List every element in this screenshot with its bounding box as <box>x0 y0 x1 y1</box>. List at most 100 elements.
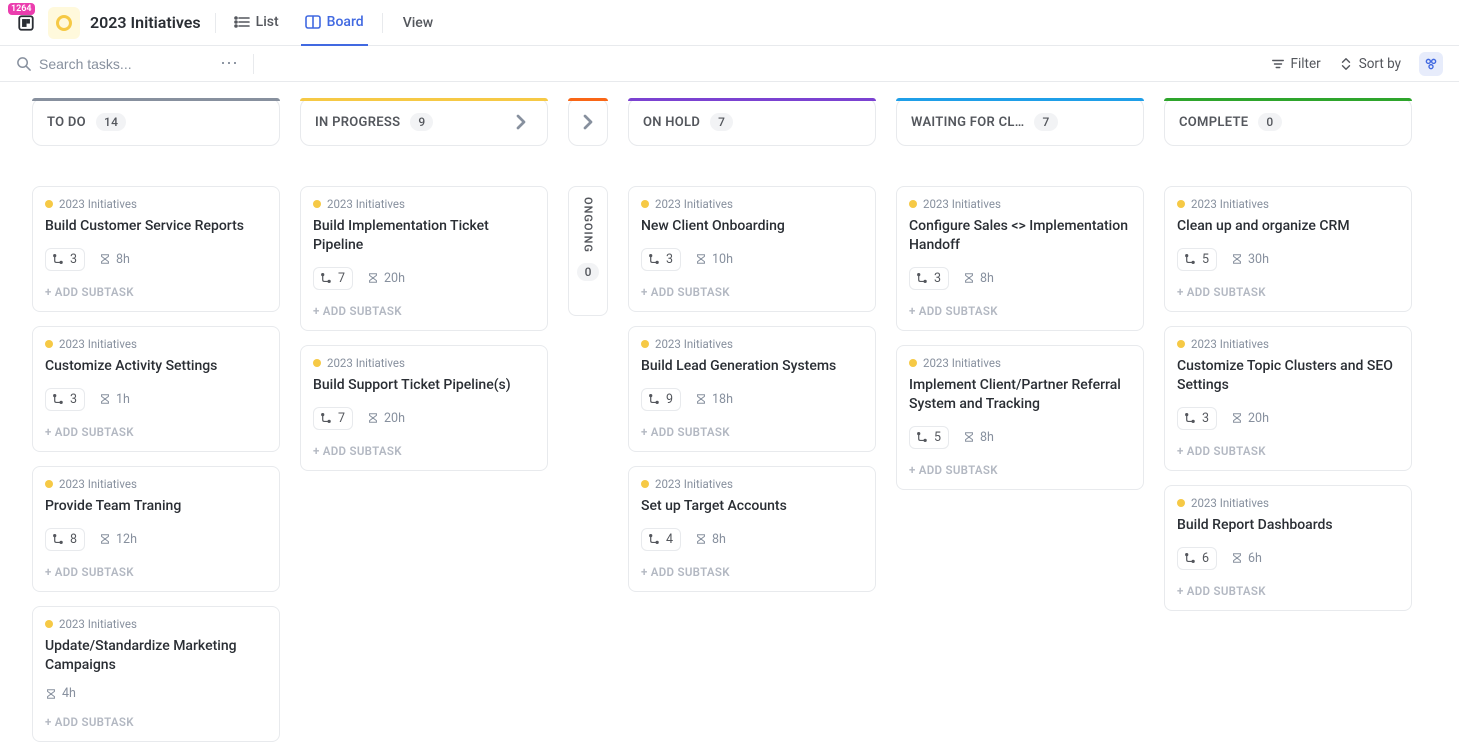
card-title: Build Report Dashboards <box>1177 516 1399 535</box>
subtask-count[interactable]: 4 <box>641 528 681 551</box>
subtask-count[interactable]: 3 <box>45 388 85 411</box>
task-card[interactable]: 2023 Initiatives Implement Client/Partne… <box>896 345 1144 490</box>
filter-button[interactable]: Filter <box>1271 56 1321 72</box>
card-tag: 2023 Initiatives <box>909 356 1131 370</box>
cards-waiting: 2023 Initiatives Configure Sales <> Impl… <box>896 186 1144 490</box>
add-subtask-button[interactable]: + ADD SUBTASK <box>909 463 1131 477</box>
time-estimate: 4h <box>45 686 76 701</box>
subtask-count[interactable]: 3 <box>45 248 85 271</box>
add-view-button[interactable]: View <box>397 15 434 31</box>
subtask-count[interactable]: 8 <box>45 528 85 551</box>
column-header-waiting[interactable]: WAITING FOR CL… 7 <box>896 98 1144 146</box>
time-estimate: 8h <box>695 532 726 547</box>
task-card[interactable]: 2023 Initiatives Build Support Ticket Pi… <box>300 345 548 471</box>
status-dot-icon <box>45 340 53 348</box>
board: TO DO 14 2023 Initiatives Build Customer… <box>0 82 1459 749</box>
task-card[interactable]: 2023 Initiatives Set up Target Accounts … <box>628 466 876 592</box>
tab-list-label: List <box>256 14 279 30</box>
time-estimate: 18h <box>695 392 733 407</box>
search-input[interactable] <box>39 56 189 72</box>
column-count: 9 <box>410 113 433 131</box>
add-subtask-button[interactable]: + ADD SUBTASK <box>45 425 267 439</box>
task-card[interactable]: 2023 Initiatives Build Lead Generation S… <box>628 326 876 452</box>
status-dot-icon <box>909 200 917 208</box>
subtask-count[interactable]: 3 <box>641 248 681 271</box>
task-card[interactable]: 2023 Initiatives Build Customer Service … <box>32 186 280 312</box>
column-title: ONGOING <box>582 197 595 253</box>
sort-button[interactable]: Sort by <box>1339 56 1401 72</box>
status-dot-icon <box>45 620 53 628</box>
tab-board[interactable]: Board <box>301 0 368 46</box>
subtask-count[interactable]: 5 <box>909 426 949 449</box>
card-title: New Client Onboarding <box>641 217 863 236</box>
divider <box>253 54 254 74</box>
column-count: 7 <box>1034 113 1057 131</box>
column-header-ongoing[interactable] <box>568 98 608 146</box>
time-estimate: 1h <box>99 392 130 407</box>
column-header-todo[interactable]: TO DO 14 <box>32 98 280 146</box>
subtask-count[interactable]: 5 <box>1177 248 1217 271</box>
expand-column-button[interactable] <box>576 110 600 134</box>
task-card[interactable]: 2023 Initiatives Provide Team Traning 81… <box>32 466 280 592</box>
task-card[interactable]: 2023 Initiatives Configure Sales <> Impl… <box>896 186 1144 331</box>
toolbar: ⋯ Filter Sort by <box>0 46 1459 82</box>
collapse-column-button[interactable] <box>509 110 533 134</box>
column-inprogress: IN PROGRESS 9 2023 Initiatives Build Imp… <box>300 98 548 471</box>
task-card[interactable]: 2023 Initiatives Clean up and organize C… <box>1164 186 1412 312</box>
add-subtask-button[interactable]: + ADD SUBTASK <box>313 304 535 318</box>
add-subtask-button[interactable]: + ADD SUBTASK <box>1177 285 1399 299</box>
subtask-count[interactable]: 3 <box>909 267 949 290</box>
divider <box>382 13 383 33</box>
add-subtask-button[interactable]: + ADD SUBTASK <box>641 425 863 439</box>
task-card[interactable]: 2023 Initiatives Build Report Dashboards… <box>1164 485 1412 611</box>
add-subtask-button[interactable]: + ADD SUBTASK <box>45 285 267 299</box>
add-subtask-button[interactable]: + ADD SUBTASK <box>641 285 863 299</box>
workspace-icon[interactable] <box>48 7 80 39</box>
task-card[interactable]: 2023 Initiatives Update/Standardize Mark… <box>32 606 280 743</box>
notification-count-badge: 1264 <box>8 3 35 15</box>
add-subtask-button[interactable]: + ADD SUBTASK <box>45 565 267 579</box>
add-subtask-button[interactable]: + ADD SUBTASK <box>1177 584 1399 598</box>
search-wrap <box>16 56 216 72</box>
task-card[interactable]: 2023 Initiatives Build Implementation Ti… <box>300 186 548 331</box>
status-dot-icon <box>45 480 53 488</box>
task-card[interactable]: 2023 Initiatives Customize Topic Cluster… <box>1164 326 1412 471</box>
card-title: Customize Topic Clusters and SEO Setting… <box>1177 357 1399 395</box>
tab-list[interactable]: List <box>230 0 283 46</box>
cards-complete: 2023 Initiatives Clean up and organize C… <box>1164 186 1412 611</box>
sort-label: Sort by <box>1359 56 1401 72</box>
column-header-onhold[interactable]: ON HOLD 7 <box>628 98 876 146</box>
add-subtask-button[interactable]: + ADD SUBTASK <box>313 444 535 458</box>
more-menu-button[interactable]: ⋯ <box>220 53 239 74</box>
column-count: 7 <box>710 113 733 131</box>
add-subtask-button[interactable]: + ADD SUBTASK <box>1177 444 1399 458</box>
time-estimate: 12h <box>99 532 137 547</box>
card-tag: 2023 Initiatives <box>909 197 1131 211</box>
page-title: 2023 Initiatives <box>90 13 201 32</box>
card-title: Customize Activity Settings <box>45 357 267 376</box>
cards-todo: 2023 Initiatives Build Customer Service … <box>32 186 280 742</box>
collapsed-body[interactable]: ONGOING 0 <box>568 186 608 316</box>
task-card[interactable]: 2023 Initiatives New Client Onboarding 3… <box>628 186 876 312</box>
subtask-count[interactable]: 7 <box>313 407 353 430</box>
filter-label: Filter <box>1291 56 1321 72</box>
column-header-complete[interactable]: COMPLETE 0 <box>1164 98 1412 146</box>
card-title: Set up Target Accounts <box>641 497 863 516</box>
task-card[interactable]: 2023 Initiatives Customize Activity Sett… <box>32 326 280 452</box>
card-title: Build Lead Generation Systems <box>641 357 863 376</box>
add-subtask-button[interactable]: + ADD SUBTASK <box>45 715 267 729</box>
column-title: TO DO <box>47 115 86 130</box>
add-subtask-button[interactable]: + ADD SUBTASK <box>641 565 863 579</box>
status-dot-icon <box>641 340 649 348</box>
subtask-count[interactable]: 6 <box>1177 547 1217 570</box>
app-logo[interactable]: 1264 <box>12 9 40 37</box>
card-title: Build Customer Service Reports <box>45 217 267 236</box>
add-subtask-button[interactable]: + ADD SUBTASK <box>909 304 1131 318</box>
group-by-button[interactable] <box>1419 52 1443 76</box>
column-header-inprogress[interactable]: IN PROGRESS 9 <box>300 98 548 146</box>
subtask-count[interactable]: 7 <box>313 267 353 290</box>
card-tag: 2023 Initiatives <box>45 617 267 631</box>
subtask-count[interactable]: 3 <box>1177 407 1217 430</box>
subtask-count[interactable]: 9 <box>641 388 681 411</box>
card-title: Clean up and organize CRM <box>1177 217 1399 236</box>
